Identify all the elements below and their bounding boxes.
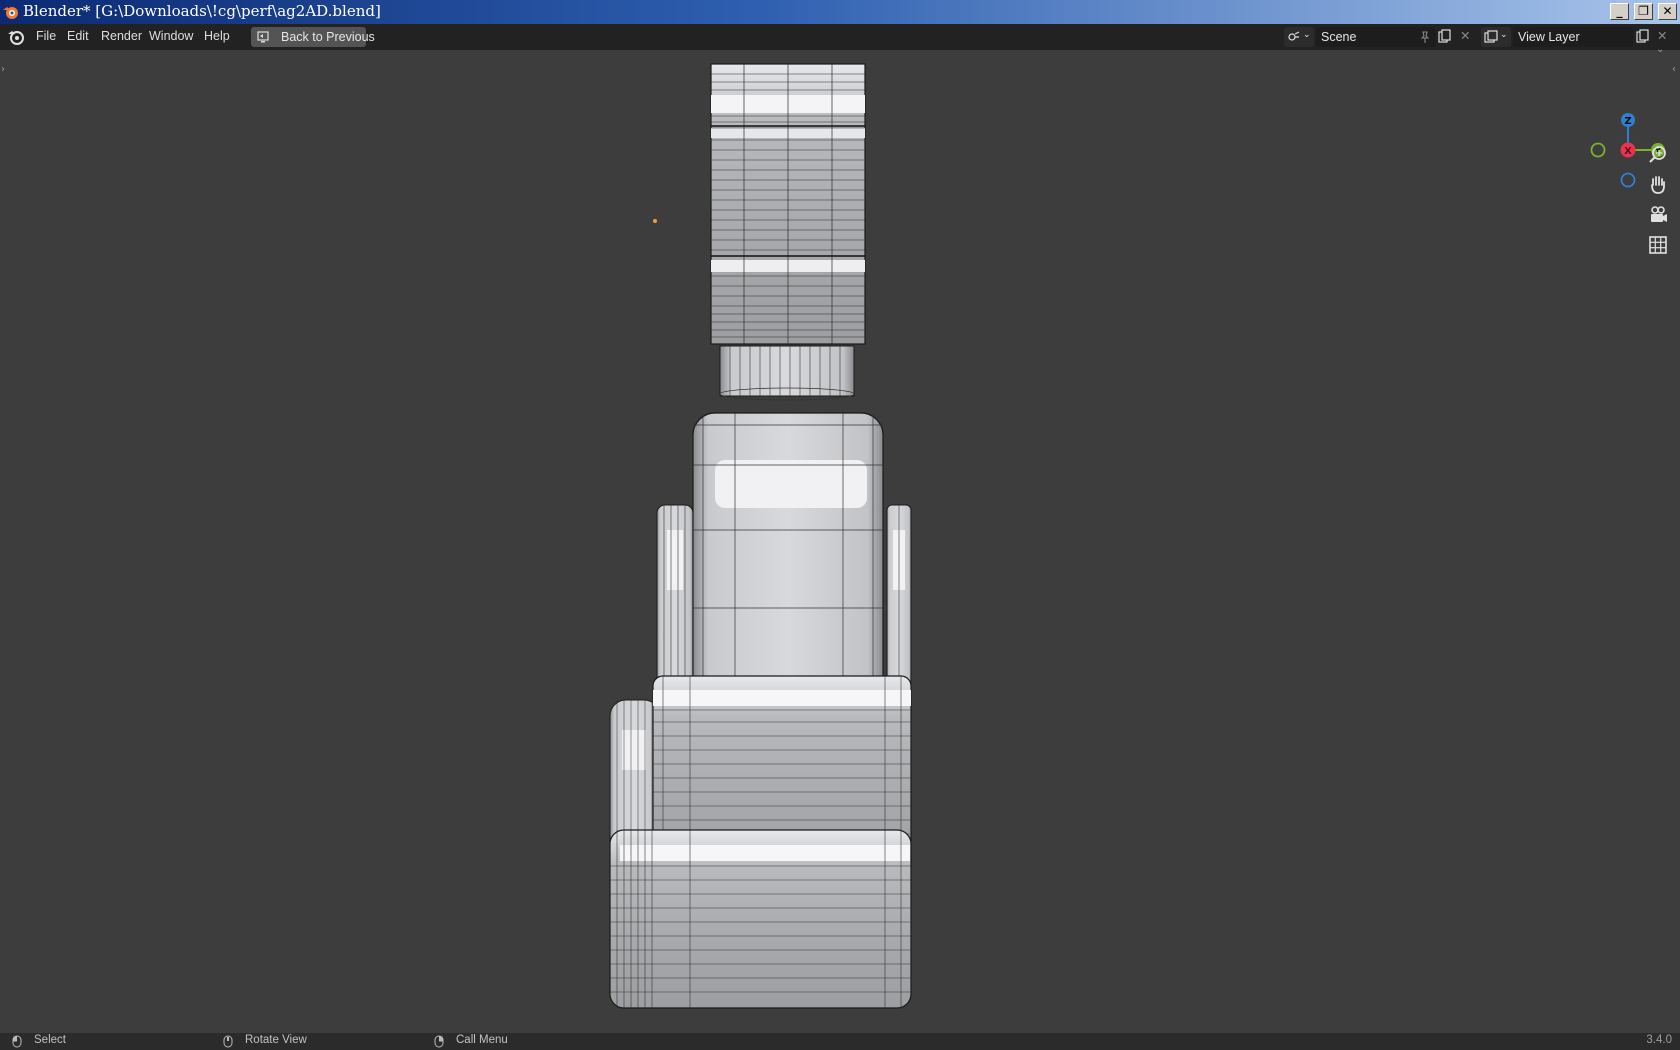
blender-logo-icon (3, 7, 18, 19)
ortho-toggle-button[interactable] (1644, 231, 1672, 259)
scene-name: Scene (1321, 30, 1357, 44)
minimize-button[interactable]: _ (1610, 3, 1629, 20)
scene-type-dropdown[interactable]: ⌄ (1284, 27, 1314, 47)
menu-window[interactable]: Window (149, 29, 193, 43)
window-title: Blender* [G:\Downloads\!cg\perf\ag2AD.bl… (23, 2, 381, 20)
bottom-block (609, 829, 912, 1009)
top-bar: File Edit Render Window Help Back to Pre… (0, 24, 1680, 50)
menu-help[interactable]: Help (204, 29, 230, 43)
blender-menu-icon[interactable] (7, 28, 25, 46)
top-cylinder (710, 63, 866, 345)
pan-button[interactable] (1644, 171, 1672, 199)
menu-file[interactable]: File (36, 29, 56, 43)
zoom-icon (1649, 146, 1666, 163)
menu-render[interactable]: Render (101, 29, 142, 43)
scene-icon (1288, 31, 1300, 41)
back-screen-icon (257, 31, 269, 43)
status-bar: Select Rotate View Call Menu 3.4.0 (0, 1033, 1680, 1050)
neg-y-axis-handle[interactable] (1590, 142, 1606, 158)
close-icon[interactable]: ✕ (1460, 28, 1470, 43)
pin-icon[interactable] (1418, 30, 1432, 44)
neg-z-axis-handle[interactable] (1620, 172, 1636, 188)
scene-name-field[interactable]: Scene (1316, 27, 1436, 47)
close-button[interactable]: ✕ (1658, 3, 1677, 20)
menu-edit[interactable]: Edit (67, 29, 89, 43)
camera-icon (1651, 206, 1667, 222)
mouse-left-icon (12, 1035, 22, 1048)
back-to-previous-button[interactable]: Back to Previous (251, 27, 375, 47)
restore-button[interactable]: ❐ (1634, 3, 1653, 20)
close-icon[interactable]: ✕ (1657, 28, 1667, 43)
status-rotate-view: Rotate View (245, 1034, 307, 1046)
3d-viewport[interactable]: › ‹ ⌄ Z Y X (0, 44, 1680, 1033)
mouse-middle-icon (223, 1035, 233, 1048)
view-layer-type-dropdown[interactable]: ⌄ (1481, 27, 1511, 47)
view-layer-icon (1484, 30, 1498, 43)
view-layer-name: View Layer (1518, 30, 1580, 44)
chevron-down-icon: ⌄ (1303, 29, 1311, 39)
z-axis-label: Z (1624, 116, 1631, 127)
version-label: 3.4.0 (1646, 1034, 1672, 1046)
neck-cylinder (719, 345, 855, 401)
chevron-down-icon: ⌄ (1500, 29, 1508, 39)
status-call-menu: Call Menu (456, 1034, 508, 1046)
camera-view-button[interactable] (1644, 201, 1672, 229)
x-axis-label: X (1624, 146, 1632, 157)
window-title-bar: Blender* [G:\Downloads\!cg\perf\ag2AD.bl… (0, 0, 1680, 24)
mesh-object[interactable] (0, 50, 1680, 1033)
status-select: Select (34, 1034, 66, 1046)
new-view-layer-icon[interactable] (1636, 29, 1650, 43)
view-layer-name-field[interactable]: View Layer (1513, 27, 1633, 47)
new-scene-icon[interactable] (1438, 29, 1452, 43)
object-origin-dot (653, 219, 657, 223)
zoom-button[interactable] (1644, 141, 1672, 169)
back-to-previous-label: Back to Previous (281, 30, 375, 44)
mouse-right-icon (434, 1035, 444, 1048)
grid-icon (1649, 236, 1667, 254)
hand-icon (1651, 176, 1665, 194)
